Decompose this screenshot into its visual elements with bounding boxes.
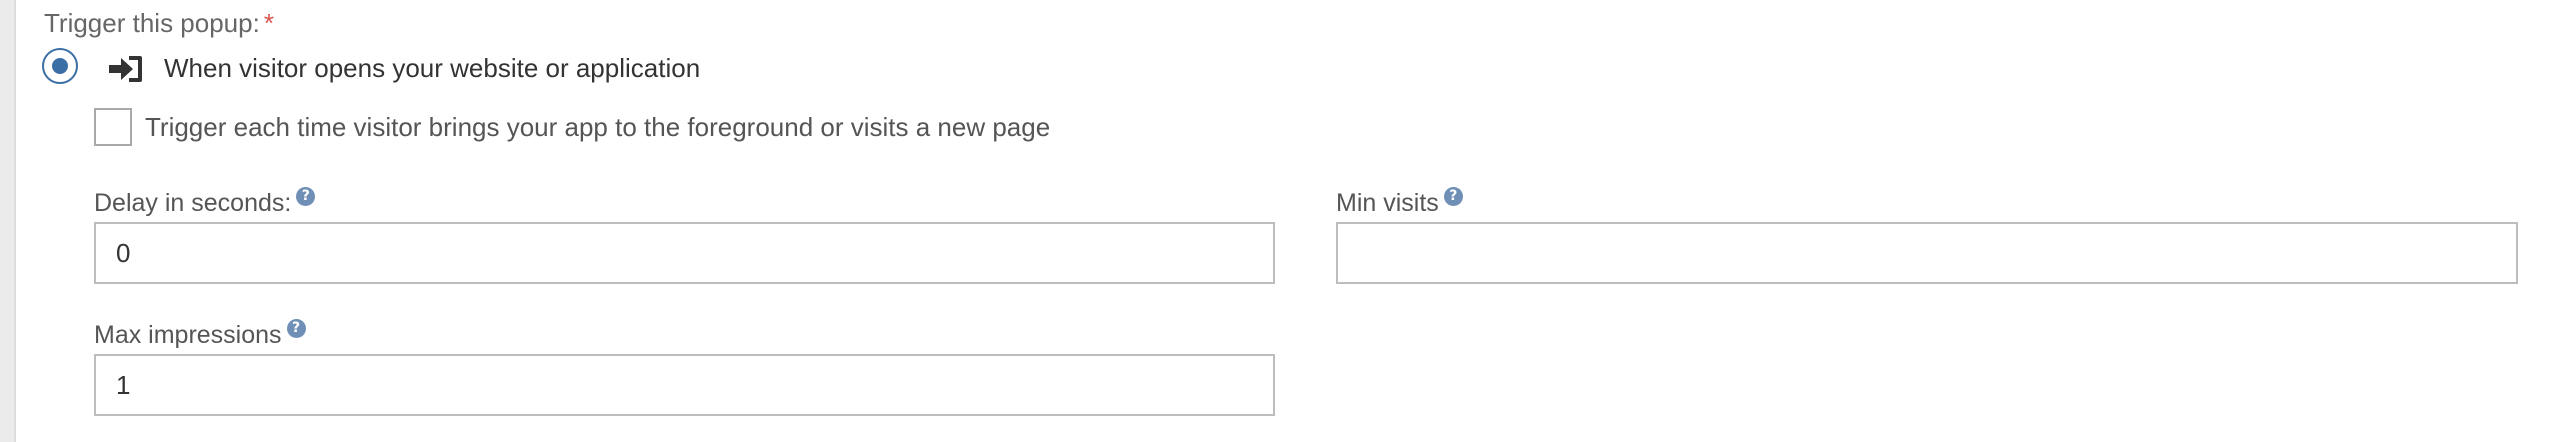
max-impressions-field-label: Max impressions? bbox=[94, 319, 306, 350]
min-visits-input[interactable] bbox=[1336, 222, 2518, 284]
max-impressions-help-icon[interactable]: ? bbox=[286, 319, 306, 338]
min-visits-field-label: Min visits? bbox=[1336, 187, 1463, 218]
required-marker: * bbox=[263, 8, 274, 38]
min-visits-label-text: Min visits bbox=[1336, 189, 1439, 217]
delay-label-text: Delay in seconds: bbox=[94, 189, 292, 217]
trigger-on-open-label[interactable]: When visitor opens your website or appli… bbox=[164, 53, 700, 84]
trigger-section-label: Trigger this popup: * bbox=[44, 8, 274, 39]
min-visits-help-icon[interactable]: ? bbox=[1443, 187, 1463, 206]
delay-help-icon[interactable]: ? bbox=[296, 187, 316, 206]
delay-input[interactable]: 0 bbox=[94, 222, 1275, 284]
max-impressions-label-text: Max impressions bbox=[94, 321, 282, 349]
sign-in-icon bbox=[109, 56, 142, 82]
max-impressions-input[interactable]: 1 bbox=[94, 354, 1275, 416]
repeat-trigger-label[interactable]: Trigger each time visitor brings your ap… bbox=[145, 112, 1050, 143]
trigger-label-text: Trigger this popup: bbox=[44, 8, 260, 38]
trigger-on-open-radio[interactable] bbox=[42, 48, 78, 84]
delay-field-label: Delay in seconds:? bbox=[94, 187, 316, 218]
popup-trigger-panel: Trigger this popup: * When visitor opens … bbox=[14, 0, 2570, 442]
repeat-trigger-checkbox[interactable] bbox=[94, 108, 132, 146]
